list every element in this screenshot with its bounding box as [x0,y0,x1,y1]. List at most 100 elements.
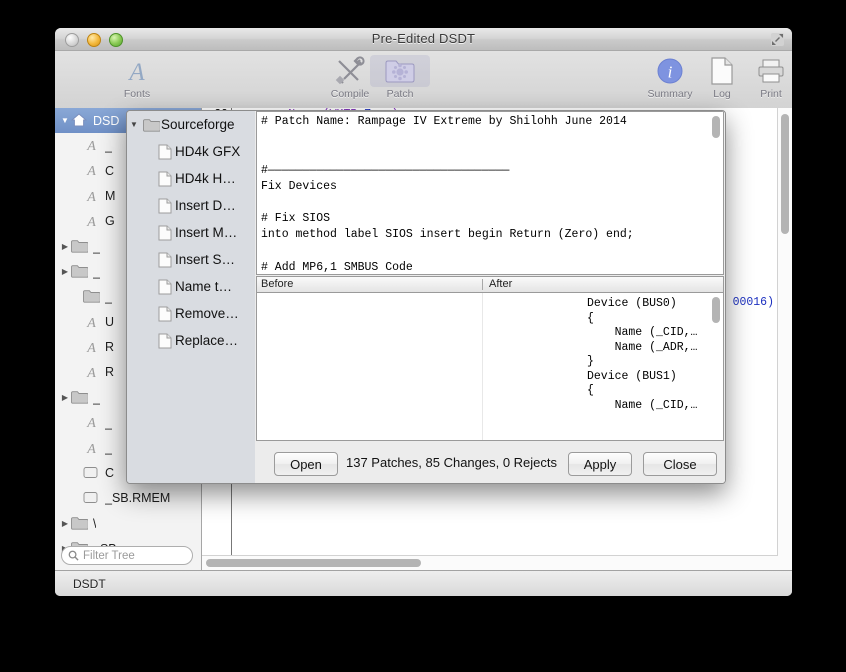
tree-row-label: G [105,214,115,228]
patch-text-line: #——————————————————————————————————— [261,163,707,179]
method-icon: A [83,441,101,456]
toolbar: A Fonts Compile [55,51,792,109]
diff-after-line: Name (_CID,… [587,399,697,414]
patch-text-view[interactable]: # Patch Name: Rampage IV Extreme by Shil… [256,111,724,275]
svg-text:A: A [86,366,96,379]
disclosure-triangle-icon[interactable]: ▼ [127,120,141,129]
folder-icon [71,264,89,279]
toolbar-label-print: Print [741,88,792,100]
patch-list-item[interactable]: Insert M… [127,219,255,246]
method-icon: A [83,340,101,355]
patch-detail-pane: # Patch Name: Rampage IV Extreme by Shil… [255,111,725,483]
method-icon: A [83,189,101,204]
method-icon: A [83,315,101,330]
tree-row-label: R [105,340,114,354]
svg-text:A: A [86,139,96,152]
svg-text:i: i [668,63,673,82]
diff-after-header: After [489,278,512,290]
fullscreen-button[interactable] [771,33,784,46]
filter-tree-input[interactable]: Filter Tree [61,546,193,565]
patch-list-item-label: Sourceforge [161,117,235,132]
patch-list-item[interactable]: ▼ Sourceforge [127,111,255,138]
patch-text-scrollbar[interactable] [709,113,723,273]
diff-after-line: Name (_CID,… [587,326,697,341]
dialog-button-bar: Open 137 Patches, 85 Changes, 0 Rejects … [255,443,725,483]
svg-text:A: A [86,316,96,329]
patch-list-item[interactable]: Insert D… [127,192,255,219]
patch-text-line [261,146,707,162]
file-icon [155,252,175,268]
patch-list-item-label: Remove… [175,306,239,321]
folder-icon [71,516,89,531]
file-icon [155,225,175,241]
tree-row-label: _ [105,290,112,304]
apply-button[interactable]: Apply [568,452,632,476]
tree-row-label: DSD [93,114,119,128]
patch-list-item[interactable]: HD4k GFX [127,138,255,165]
patch-list-item[interactable]: Replace… [127,327,255,354]
patch-list-item-label: Name t… [175,279,232,294]
patch-list-item[interactable]: Name t… [127,273,255,300]
diff-after-lines: Device (BUS0){ Name (_CID,… Name (_ADR,…… [587,297,697,413]
file-icon [155,306,175,322]
patch-status-text: 137 Patches, 85 Changes, 0 Rejects [346,455,557,470]
status-text: DSDT [73,577,106,591]
tree-row-label: R [105,365,114,379]
patch-text-line: # Patch Name: Rampage IV Extreme by Shil… [261,114,707,130]
diff-after-line: Device (BUS0) [587,297,697,312]
diff-header-divider[interactable] [482,279,483,290]
patch-list-item-label: Insert S… [175,252,235,267]
close-dialog-button[interactable]: Close [643,452,717,476]
patch-dialog: ▼ Sourceforge HD4k GFX HD4k H… Insert D… Inse… [126,110,726,484]
tree-row-label: _ [105,416,112,430]
disclosure-triangle-icon[interactable]: ▶ [59,519,71,528]
editor-horizontal-scrollbar[interactable] [202,555,778,570]
patch-text-lines: # Patch Name: Rampage IV Extreme by Shil… [261,114,707,275]
disclosure-triangle-icon[interactable]: ▶ [59,393,71,402]
method-icon: A [83,365,101,380]
patch-list-item[interactable]: Remove… [127,300,255,327]
diff-scrollbar[interactable] [709,293,723,440]
toolbar-item-patch[interactable]: Patch [370,55,430,100]
diff-after-line: { [587,312,697,327]
toolbar-item-print[interactable]: Print [741,55,792,100]
svg-text:A: A [86,341,96,354]
folder-icon [141,118,161,132]
svg-text:A: A [86,215,96,228]
diff-column-divider [482,293,483,440]
tree-row[interactable]: ▶\ [55,511,201,536]
patch-list-item[interactable]: Insert S… [127,246,255,273]
toolbar-item-fonts[interactable]: A Fonts [107,55,167,100]
disclosure-triangle-icon[interactable]: ▼ [59,116,71,125]
tree-row-label: U [105,315,114,329]
method-icon: A [83,163,101,178]
diff-after-line: { [587,384,697,399]
file-icon [155,333,175,349]
search-icon [68,550,79,561]
status-bar: DSDT [55,570,792,596]
editor-vertical-scrollbar[interactable] [777,108,792,570]
disclosure-triangle-icon[interactable]: ▶ [59,267,71,276]
diff-after-line: Device (BUS1) [587,370,697,385]
tree-row-label: \ [93,517,96,531]
method-icon: A [83,214,101,229]
tree-row-label: C [105,466,114,480]
open-button[interactable]: Open [274,452,338,476]
diff-body[interactable]: Device (BUS0){ Name (_CID,… Name (_ADR,…… [256,293,724,441]
folder-icon [71,239,89,254]
svg-text:A: A [86,416,96,429]
filter-tree-placeholder: Filter Tree [83,550,135,562]
toolbar-label-fonts: Fonts [107,88,167,100]
tree-row[interactable]: _SB.RMEM [55,486,201,511]
toolbar-label-summary: Summary [640,88,700,100]
patch-list-item[interactable]: HD4k H… [127,165,255,192]
patch-file-list[interactable]: ▼ Sourceforge HD4k GFX HD4k H… Insert D… Inse… [127,111,255,483]
summary-info-icon: i [640,55,700,87]
tree-row-label: _ [105,441,112,455]
patch-list-item-label: HD4k H… [175,171,236,186]
patch-list-item-label: Insert D… [175,198,236,213]
toolbar-item-summary[interactable]: i Summary [640,55,700,100]
patch-list-item-label: HD4k GFX [175,144,240,159]
patch-icon [370,55,430,87]
disclosure-triangle-icon[interactable]: ▶ [59,242,71,251]
